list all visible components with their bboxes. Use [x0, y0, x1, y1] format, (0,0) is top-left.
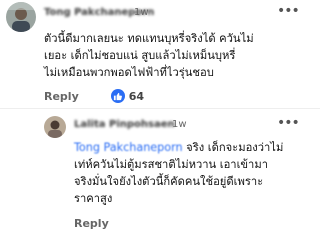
divider — [0, 108, 320, 109]
comment-time: 1w — [134, 7, 149, 18]
comment-line: ราคาสูง — [74, 192, 113, 205]
mention-link[interactable]: Tong Pakchaneporn — [74, 141, 183, 154]
reply-button[interactable]: Reply — [44, 90, 79, 103]
comment-actions: Reply 64 — [44, 89, 144, 103]
comment-actions: Reply — [74, 217, 141, 230]
comment-line: ไม่เหมือนพวกพอดไฟฟ้าที่ไวรุ่นชอบ — [44, 66, 214, 79]
comment-time: 1w — [172, 119, 187, 130]
comment-line: ตัวนี้ดีมากเลยนะ ทดแทนบุหรี่จริงได้ ควัน… — [44, 32, 254, 45]
thumbs-up-icon[interactable] — [110, 89, 125, 103]
like-count: 64 — [128, 89, 145, 103]
reply-button[interactable]: Reply — [74, 217, 109, 230]
avatar[interactable] — [44, 116, 66, 138]
comment-author[interactable]: Lalita Pinpohsaen — [74, 119, 175, 130]
comment-line: จริงมั่นใจยังไงตัวนี้ก็คัดคนใช้อยู่ดีเพร… — [74, 175, 264, 188]
comment-text: Tong Pakchaneporn จริง เด็กจะมองว่าไม่ เ… — [74, 139, 300, 207]
avatar[interactable] — [6, 2, 36, 32]
more-options-icon[interactable]: ••• — [277, 116, 300, 130]
comment-line: Tong Pakchaneporn จริง เด็กจะมองว่าไม่ — [74, 141, 284, 154]
comment-line: เยอะ เด็กไม่ชอบแน่ สูบแล้วไม่เหม็นบุหรี่ — [44, 49, 236, 62]
comment-line: เท่ห์ควันไม่ตู้มรสชาติไม่หวาน เอาเข้ามา — [74, 158, 268, 171]
more-options-icon[interactable]: ••• — [277, 4, 300, 18]
comment-text: ตัวนี้ดีมากเลยนะ ทดแทนบุหรี่จริงได้ ควัน… — [44, 30, 298, 81]
